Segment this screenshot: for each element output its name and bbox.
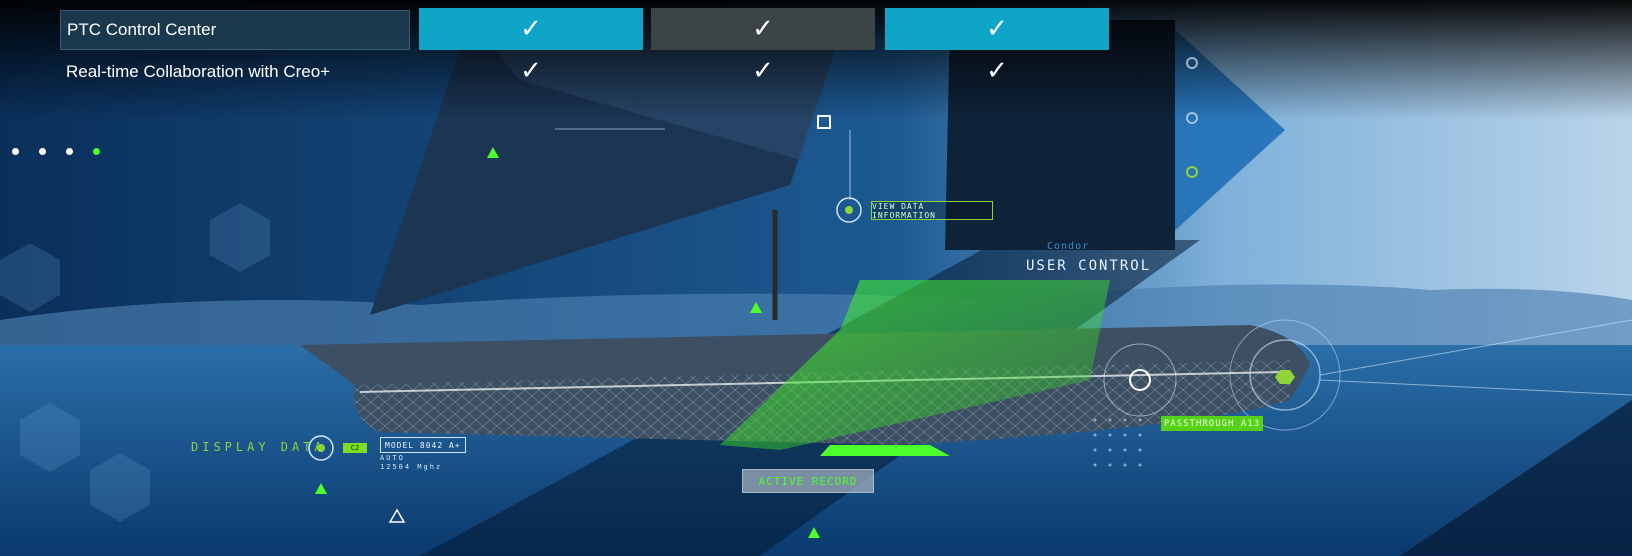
status-badge: C2	[343, 443, 367, 453]
meta-mode: AUTO	[380, 454, 405, 462]
table-row: Real-time Collaboration with Creo+ ✓ ✓ ✓	[60, 52, 1108, 94]
carousel-dot[interactable]	[12, 148, 19, 155]
row-label: PTC Control Center	[60, 10, 410, 50]
row-label: Real-time Collaboration with Creo+	[66, 62, 331, 81]
user-control-label: USER CONTROL	[1026, 258, 1152, 274]
check-icon: ✓	[986, 56, 1008, 86]
carousel-dots	[12, 148, 100, 155]
table-row: PTC Control Center ✓ ✓ ✓	[60, 8, 1109, 52]
check-icon: ✓	[885, 8, 1109, 50]
check-icon: ✓	[651, 8, 875, 50]
check-icon: ✓	[419, 8, 643, 50]
carousel-dot-active[interactable]	[93, 148, 100, 155]
carousel-dot[interactable]	[66, 148, 73, 155]
ring-icon	[1186, 112, 1198, 124]
carousel-dot[interactable]	[39, 148, 46, 155]
display-data-label: DISPLAY DATA	[191, 440, 326, 454]
check-icon: ✓	[752, 56, 774, 86]
meta-frequency: 12504 Mghz	[380, 463, 443, 471]
model-label: MODEL 8042 A+	[380, 437, 466, 453]
passthrough-badge: PASSTHROUGH A13	[1161, 416, 1263, 431]
active-record-button[interactable]: ACTIVE RECORD	[742, 469, 874, 493]
view-data-button[interactable]: VIEW DATA INFORMATION	[871, 201, 993, 220]
ring-icon	[1186, 57, 1198, 69]
ring-icon	[1186, 166, 1198, 178]
user-control-sublabel: Condor	[1047, 241, 1090, 252]
check-icon: ✓	[520, 56, 542, 86]
